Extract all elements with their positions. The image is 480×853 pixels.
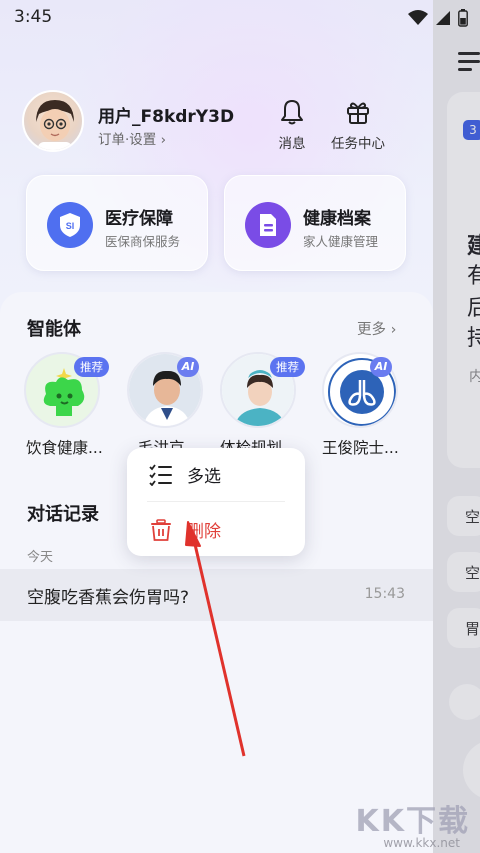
gift-icon: [347, 102, 369, 124]
watermark-logo: KK下载: [355, 804, 470, 839]
signal-icon: [436, 11, 450, 25]
multi-select-label: 多选: [187, 467, 221, 487]
delete-label: 删除: [187, 522, 221, 542]
card-subtitle: 家人健康管理: [303, 234, 379, 249]
ai-badge: AI: [370, 357, 392, 377]
recommend-badge: 推荐: [270, 357, 305, 377]
svg-text:SI: SI: [66, 221, 75, 231]
trash-icon: [151, 518, 171, 541]
conversation-title: 空腹吃香蕉会伤胃吗?: [27, 588, 190, 608]
avatar[interactable]: [22, 90, 84, 152]
health-record-card[interactable]: 健康档案 家人健康管理: [224, 175, 406, 271]
status-icons: [408, 9, 468, 27]
list-check-icon: [149, 463, 172, 486]
profile-header[interactable]: 用户_F8kdrY3D 订单·设置 ›: [22, 90, 234, 152]
agent-name: 王俊院士...: [322, 439, 399, 457]
more-agents-link[interactable]: 更多 ›: [357, 318, 396, 339]
battery-icon: [458, 9, 468, 27]
agent-name: 饮食健康...: [26, 439, 103, 457]
task-center-label: 任务中心: [331, 136, 385, 152]
status-time: 3:45: [14, 7, 53, 27]
bell-icon: [281, 100, 303, 125]
conversation-row[interactable]: 空腹吃香蕉会伤胃吗? 15:43: [0, 569, 433, 621]
messages-button[interactable]: 消息: [278, 98, 306, 152]
card-subtitle: 医保商保服务: [105, 234, 181, 249]
watermark-url: www.kkx.net: [383, 836, 460, 850]
si-shield-icon: SI: [47, 202, 93, 248]
ai-badge: AI: [177, 357, 199, 377]
username: 用户_F8kdrY3D: [98, 107, 235, 127]
medical-insurance-card[interactable]: SI 医疗保障 医保商保服务: [26, 175, 208, 271]
recommend-badge: 推荐: [74, 357, 109, 377]
task-center-button[interactable]: 任务中心: [331, 98, 385, 152]
agents-section-title: 智能体: [27, 319, 81, 340]
multi-select-option[interactable]: 多选: [149, 462, 221, 487]
card-title: 健康档案: [303, 209, 371, 229]
background-page: 3 建 有 后 持 内 空 空 胃: [433, 0, 480, 853]
status-bar: 3:45: [0, 0, 433, 36]
messages-label: 消息: [278, 136, 306, 152]
side-drawer: 3:45 用户_F8kdrY3D 订单·设置 › 消息 任务中心 SI 医疗保障…: [0, 0, 433, 853]
delete-option[interactable]: 删除: [149, 517, 221, 542]
card-title: 医疗保障: [105, 209, 173, 229]
history-section-title: 对话记录: [27, 504, 99, 525]
context-menu: 多选 删除: [127, 448, 305, 556]
day-label: 今天: [27, 550, 54, 565]
conversation-time: 15:43: [364, 586, 405, 602]
orders-settings-link[interactable]: 订单·设置 ›: [98, 128, 166, 148]
record-icon: [245, 202, 291, 248]
wifi-icon: [408, 10, 428, 25]
